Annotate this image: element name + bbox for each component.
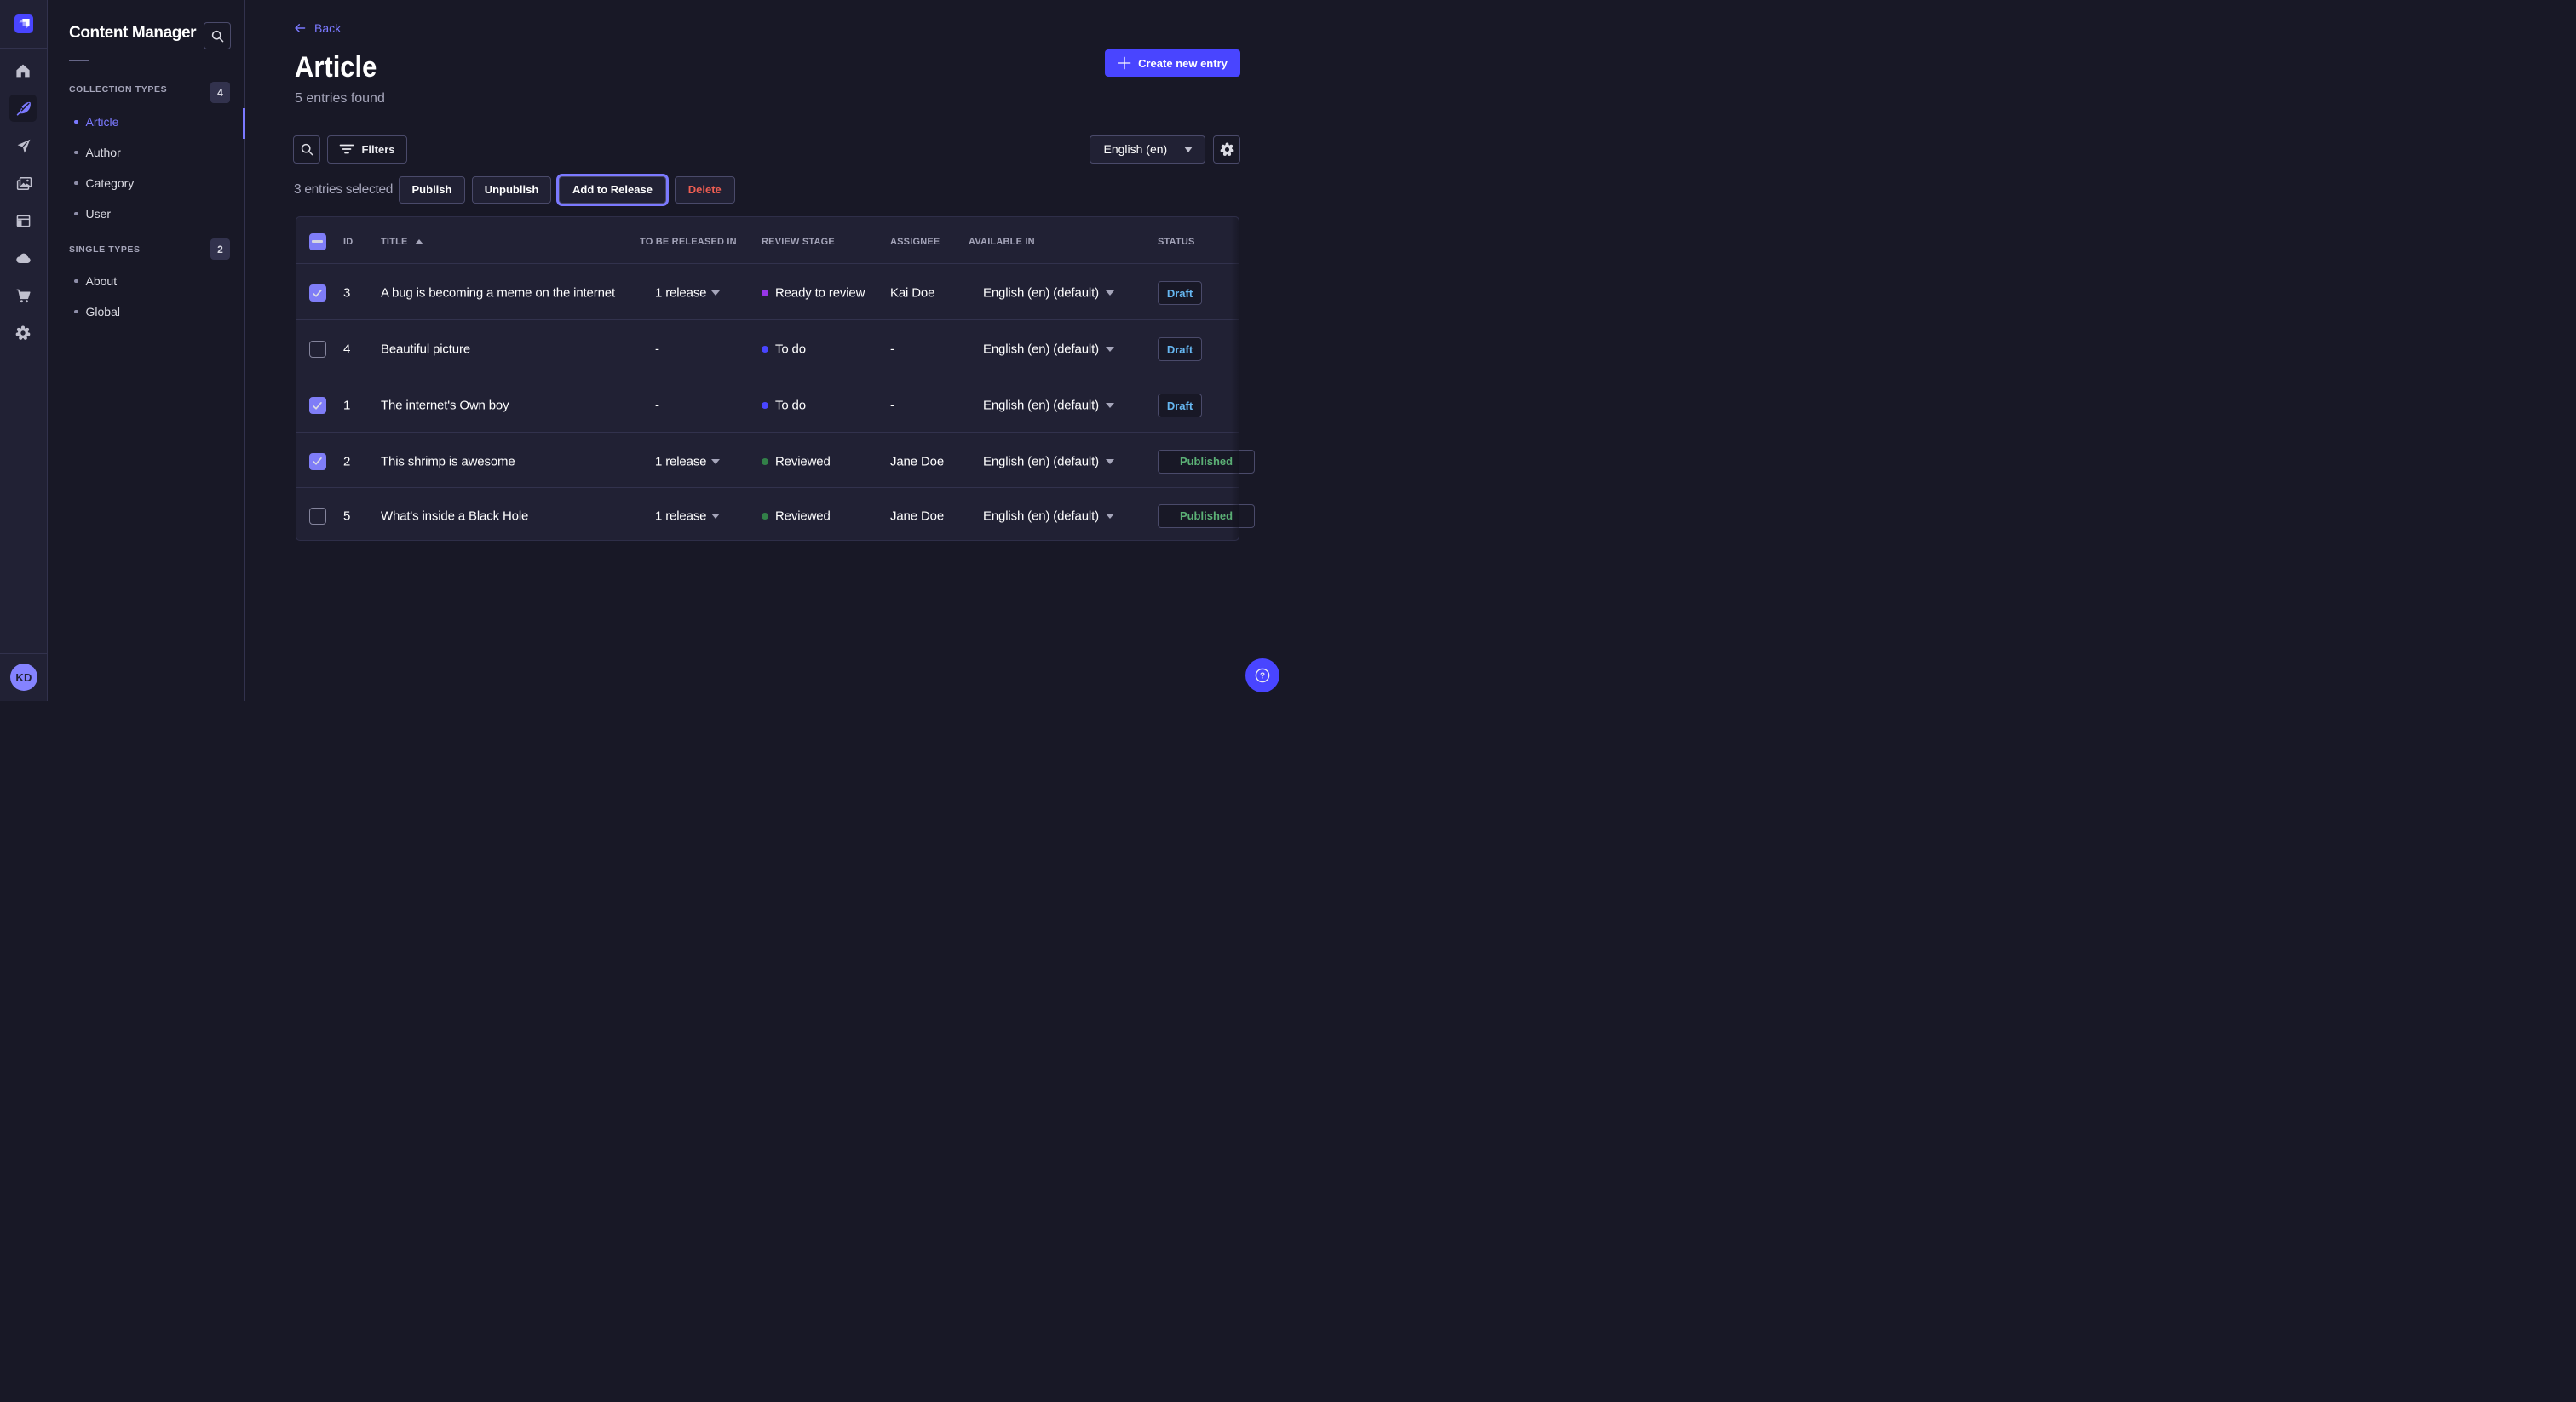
svg-text:?: ? (1260, 672, 1265, 681)
